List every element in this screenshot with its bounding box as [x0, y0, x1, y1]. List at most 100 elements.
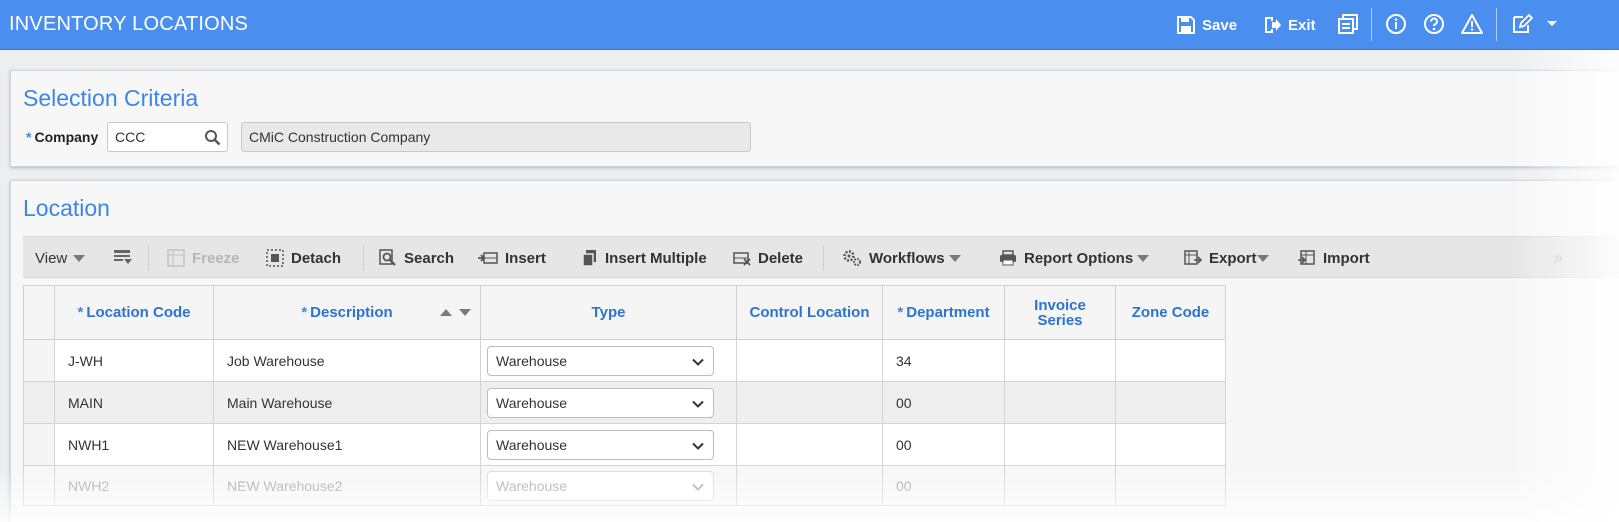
- location-code-cell[interactable]: MAIN: [54, 381, 214, 424]
- save-label: Save: [1202, 16, 1238, 34]
- freeze-icon: [167, 249, 185, 267]
- gears-icon: [843, 250, 861, 266]
- chevron-down-icon[interactable]: [1540, 12, 1564, 36]
- exit-button[interactable]: Exit: [1262, 11, 1316, 39]
- sort-ascending-icon[interactable]: [439, 308, 453, 317]
- control-location-cell[interactable]: [736, 381, 883, 424]
- table-row[interactable]: NWH1 NEW Warehouse1 Warehouse 00: [23, 423, 1226, 466]
- location-code-cell[interactable]: NWH1: [54, 423, 214, 466]
- type-cell[interactable]: Warehouse: [480, 339, 737, 382]
- company-name-value: CMiC Construction Company: [249, 129, 431, 145]
- insert-multiple-icon: [582, 250, 596, 267]
- save-button[interactable]: Save: [1176, 11, 1237, 39]
- invoice-series-cell[interactable]: [1004, 465, 1116, 506]
- filter-button[interactable]: [113, 237, 140, 279]
- zone-code-cell[interactable]: [1115, 423, 1226, 466]
- description-cell[interactable]: Job Warehouse: [213, 339, 481, 382]
- insert-button[interactable]: Insert: [478, 237, 546, 279]
- warning-icon[interactable]: [1460, 12, 1484, 36]
- detach-label: Detach: [291, 249, 342, 267]
- control-location-cell[interactable]: [736, 339, 883, 382]
- type-select[interactable]: Warehouse: [487, 470, 714, 501]
- header-divider: [1371, 8, 1372, 41]
- type-value: Warehouse: [496, 352, 568, 369]
- exit-label: Exit: [1288, 16, 1316, 34]
- detach-button[interactable]: Detach: [266, 237, 341, 279]
- invoice-series-cell[interactable]: [1004, 423, 1116, 466]
- column-header-type[interactable]: Type: [480, 285, 737, 340]
- department-cell[interactable]: 00: [882, 465, 1005, 506]
- report-options-button[interactable]: Report Options: [999, 237, 1133, 279]
- control-location-cell[interactable]: [736, 423, 883, 466]
- department-cell[interactable]: 34: [882, 339, 1005, 382]
- column-label: Series: [1037, 311, 1083, 329]
- invoice-series-cell[interactable]: [1004, 381, 1116, 424]
- column-header-invoice-series[interactable]: Invoice Series: [1004, 285, 1116, 340]
- toolbar-divider: [148, 245, 149, 271]
- sort-descending-icon[interactable]: [458, 308, 472, 317]
- export-button[interactable]: Export: [1184, 237, 1257, 279]
- search-button[interactable]: Search: [379, 237, 454, 279]
- row-selector[interactable]: [23, 423, 55, 466]
- column-label: Zone Code: [1131, 304, 1210, 321]
- department-cell[interactable]: 00: [882, 423, 1005, 466]
- delete-button[interactable]: Delete: [733, 237, 803, 279]
- location-panel: Location View Freeze Detach Search Inser…: [10, 180, 1619, 522]
- type-cell[interactable]: Warehouse: [480, 381, 737, 424]
- description-cell[interactable]: Main Warehouse: [213, 381, 481, 424]
- help-icon[interactable]: [1422, 12, 1446, 36]
- chevron-down-icon[interactable]: [73, 255, 85, 262]
- type-cell[interactable]: Warehouse: [480, 423, 737, 466]
- chevron-down-icon[interactable]: [1137, 255, 1149, 262]
- row-selector-header[interactable]: [23, 285, 55, 340]
- filter-icon: [114, 250, 132, 264]
- company-code-value: CCC: [115, 129, 146, 145]
- zone-code-cell[interactable]: [1115, 381, 1226, 424]
- row-selector[interactable]: [23, 381, 55, 424]
- description-cell[interactable]: NEW Warehouse2: [213, 465, 481, 506]
- control-location-cell[interactable]: [736, 465, 883, 506]
- workflows-button[interactable]: Workflows: [842, 237, 945, 279]
- column-label: Control Location: [749, 304, 870, 321]
- view-menu[interactable]: View: [35, 237, 67, 279]
- chevron-down-icon: [692, 483, 704, 491]
- row-selector[interactable]: [23, 465, 55, 506]
- toolbar-divider: [823, 245, 824, 271]
- invoice-series-cell[interactable]: [1004, 339, 1116, 382]
- stack-icon[interactable]: [1336, 12, 1360, 36]
- save-icon: [1177, 16, 1195, 34]
- column-header-description[interactable]: * Description: [213, 285, 481, 340]
- zone-code-cell[interactable]: [1115, 465, 1226, 506]
- column-header-location-code[interactable]: * Location Code: [54, 285, 214, 340]
- column-header-zone-code[interactable]: Zone Code: [1115, 285, 1226, 340]
- insert-icon: [478, 252, 498, 264]
- freeze-button[interactable]: Freeze: [167, 237, 240, 279]
- type-cell[interactable]: Warehouse: [480, 465, 737, 506]
- chevron-down-icon[interactable]: [949, 255, 961, 262]
- info-icon[interactable]: [1384, 12, 1408, 36]
- table-row[interactable]: J-WH Job Warehouse Warehouse 34: [23, 339, 1226, 382]
- required-marker: *: [26, 129, 32, 145]
- type-select[interactable]: Warehouse: [487, 429, 714, 460]
- description-cell[interactable]: NEW Warehouse1: [213, 423, 481, 466]
- search-icon[interactable]: [204, 129, 221, 146]
- row-selector[interactable]: [23, 339, 55, 382]
- table-row[interactable]: MAIN Main Warehouse Warehouse 00: [23, 381, 1226, 424]
- department-cell[interactable]: 00: [882, 381, 1005, 424]
- location-code-cell[interactable]: J-WH: [54, 339, 214, 382]
- table-row[interactable]: NWH2 NEW Warehouse2 Warehouse 00: [23, 465, 1226, 506]
- edit-icon[interactable]: [1510, 12, 1534, 36]
- search-label: Search: [404, 249, 455, 267]
- chevron-down-icon[interactable]: [1257, 255, 1269, 262]
- zone-code-cell[interactable]: [1115, 339, 1226, 382]
- sort-arrows[interactable]: [439, 308, 472, 317]
- location-code-cell[interactable]: NWH2: [54, 465, 214, 506]
- insert-multiple-button[interactable]: Insert Multiple: [582, 237, 707, 279]
- import-button[interactable]: Import: [1298, 237, 1370, 279]
- type-select[interactable]: Warehouse: [487, 387, 714, 418]
- type-select[interactable]: Warehouse: [487, 345, 714, 376]
- column-header-department[interactable]: * Department: [882, 285, 1005, 340]
- company-code-input[interactable]: CCC: [107, 122, 228, 152]
- toolbar-overflow-icon[interactable]: »: [1553, 237, 1563, 279]
- column-header-control-location[interactable]: Control Location: [736, 285, 883, 340]
